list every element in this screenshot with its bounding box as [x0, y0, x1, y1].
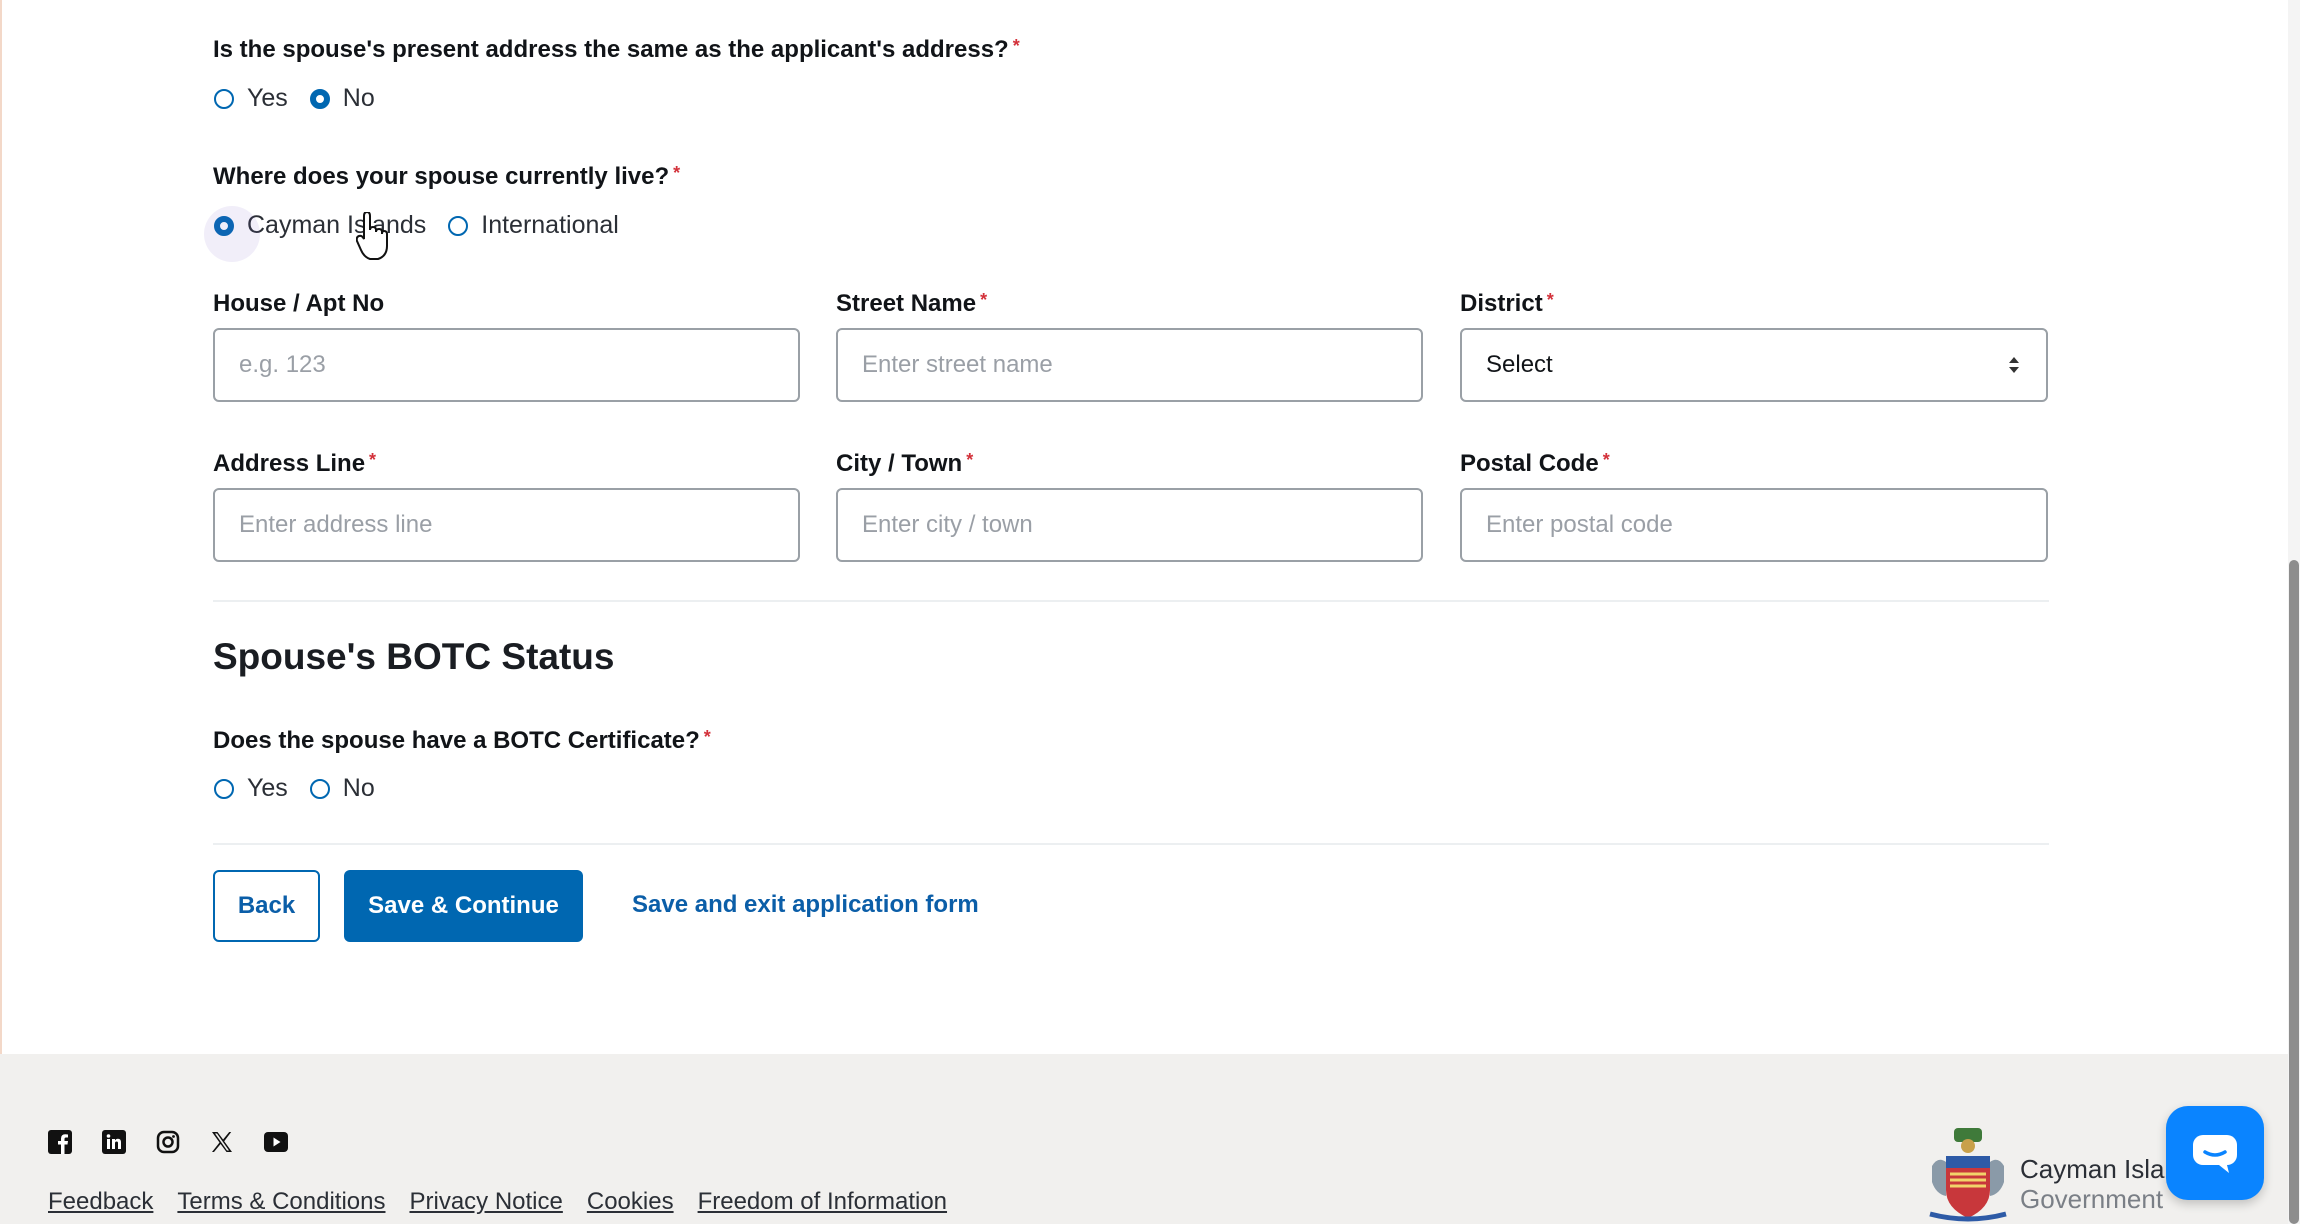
footer-link-feedback[interactable]: Feedback — [48, 1188, 153, 1216]
focus-ring — [204, 205, 260, 262]
same-address-radio-group: Yes No — [214, 84, 397, 113]
scrollbar-thumb[interactable] — [2289, 560, 2299, 1224]
radio-button[interactable] — [214, 88, 234, 109]
radio-option-yes[interactable]: Yes — [214, 84, 288, 113]
social-links — [48, 1130, 318, 1154]
required-marker: * — [673, 163, 681, 183]
radio-button-selected[interactable] — [309, 88, 330, 109]
required-marker: * — [966, 450, 974, 470]
required-marker: * — [369, 450, 377, 470]
question-botc-certificate: Does the spouse have a BOTC Certificate?… — [213, 727, 711, 755]
save-continue-button[interactable]: Save & Continue — [344, 870, 583, 942]
section-heading-botc: Spouse's BOTC Status — [213, 636, 615, 677]
chat-icon — [2193, 1135, 2237, 1173]
form-main: Is the spouse's present address the same… — [0, 0, 2288, 1054]
footer-link-foi[interactable]: Freedom of Information — [698, 1188, 947, 1216]
house-apt-input[interactable] — [213, 328, 800, 402]
brand-subtitle: Government — [2020, 1184, 2164, 1214]
radio-label: Cayman Islands — [247, 211, 427, 239]
radio-option-cayman-islands[interactable]: Cayman Islands — [204, 205, 427, 262]
street-name-label: Street Name * — [836, 290, 988, 317]
radio-button[interactable] — [448, 215, 469, 236]
radio-button[interactable] — [309, 778, 330, 799]
radio-option-international[interactable]: International — [448, 211, 619, 240]
select-arrows-icon — [2009, 357, 2019, 373]
radio-label: No — [342, 774, 375, 802]
hand-cursor-icon — [356, 212, 388, 260]
footer-link-privacy[interactable]: Privacy Notice — [409, 1188, 562, 1216]
save-exit-link[interactable]: Save and exit application form — [632, 891, 979, 919]
question-text: Where does your spouse currently live? — [213, 163, 670, 190]
vertical-scrollbar[interactable] — [2288, 0, 2300, 1224]
linkedin-icon[interactable] — [102, 1130, 126, 1154]
postal-code-input[interactable] — [1460, 488, 2048, 562]
botc-radio-group: Yes No — [214, 774, 397, 803]
district-label: District * — [1460, 290, 1554, 317]
address-line-input[interactable] — [213, 488, 800, 562]
street-name-input[interactable] — [836, 328, 1423, 402]
required-marker: * — [1602, 450, 1610, 470]
required-marker: * — [1012, 36, 1020, 56]
radio-label: International — [481, 211, 619, 239]
city-town-input[interactable] — [836, 488, 1423, 562]
radio-option-no[interactable]: No — [309, 84, 375, 113]
district-select[interactable]: Select — [1460, 328, 2048, 402]
facebook-icon[interactable] — [48, 1130, 72, 1154]
chat-launcher-button[interactable] — [2166, 1106, 2264, 1200]
radio-label: Yes — [247, 774, 288, 802]
address-line-label: Address Line * — [213, 450, 377, 477]
question-text: Does the spouse have a BOTC Certificate? — [213, 727, 700, 754]
footer-links: Feedback Terms & Conditions Privacy Noti… — [48, 1188, 971, 1216]
radio-option-yes[interactable]: Yes — [214, 774, 288, 803]
radio-label: No — [342, 84, 375, 112]
footer-link-cookies[interactable]: Cookies — [587, 1188, 674, 1216]
footer-link-terms[interactable]: Terms & Conditions — [177, 1188, 385, 1216]
section-divider — [213, 600, 2049, 602]
youtube-icon[interactable] — [264, 1130, 288, 1154]
required-marker: * — [703, 727, 711, 747]
house-apt-label: House / Apt No — [213, 290, 385, 317]
spouse-live-radio-group: Cayman Islands International — [204, 205, 641, 262]
radio-option-no[interactable]: No — [309, 774, 375, 803]
question-same-address: Is the spouse's present address the same… — [213, 36, 1020, 64]
required-marker: * — [980, 290, 988, 310]
section-divider — [213, 843, 2049, 845]
x-icon[interactable] — [210, 1130, 234, 1154]
site-footer: Feedback Terms & Conditions Privacy Noti… — [0, 1054, 2288, 1224]
required-marker: * — [1546, 290, 1554, 310]
radio-button-selected[interactable] — [204, 205, 260, 262]
question-spouse-live: Where does your spouse currently live? * — [213, 163, 680, 191]
radio-label: Yes — [247, 84, 288, 112]
question-text: Is the spouse's present address the same… — [213, 36, 1009, 63]
city-town-label: City / Town * — [836, 450, 974, 477]
postal-code-label: Postal Code * — [1460, 450, 1610, 477]
brand-wordmark: Cayman Isla Government — [2020, 1154, 2165, 1214]
back-button[interactable]: Back — [213, 870, 320, 942]
brand-name: Cayman Isla — [2020, 1154, 2165, 1184]
coat-of-arms-logo — [1929, 1128, 2007, 1222]
instagram-icon[interactable] — [156, 1130, 180, 1154]
select-value: Select — [1486, 351, 1553, 378]
radio-button[interactable] — [214, 778, 234, 799]
